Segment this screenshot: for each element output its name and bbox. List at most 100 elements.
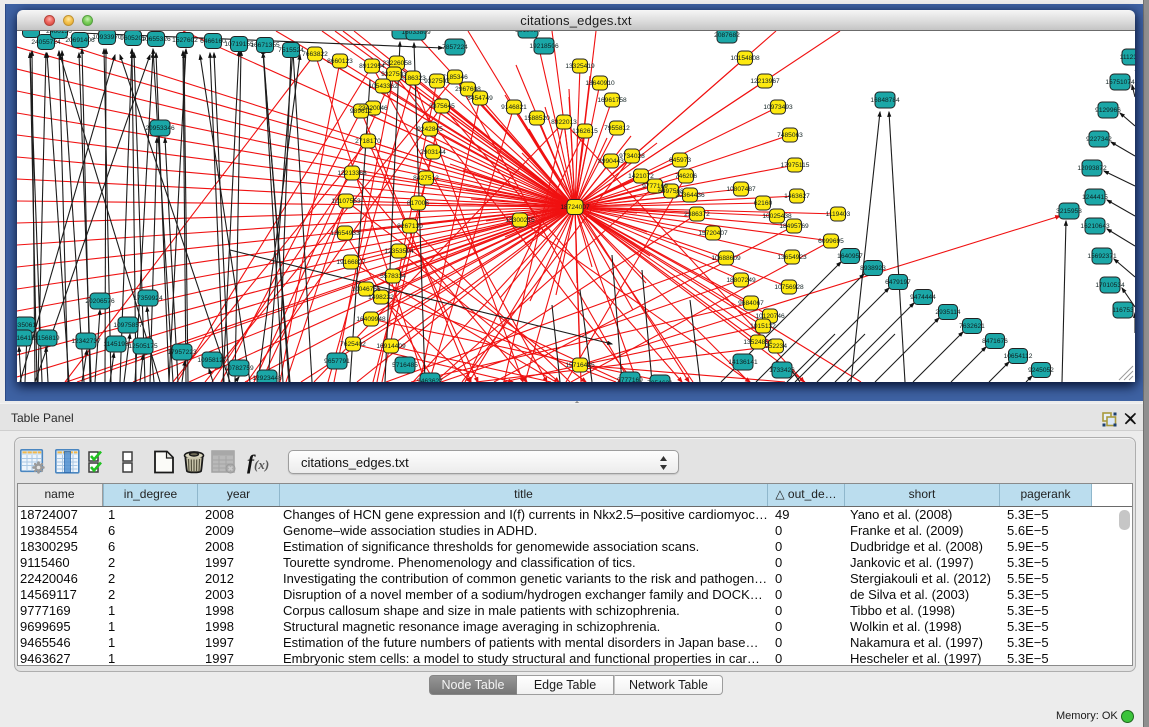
svg-text:7185346: 7185346 [442,74,468,81]
svg-text:989612: 989612 [350,108,372,115]
svg-text:1421072: 1421072 [628,173,654,180]
svg-text:7485063: 7485063 [777,132,803,139]
svg-text:10807487: 10807487 [726,186,756,193]
svg-text:6466160: 6466160 [200,38,226,45]
svg-text:10154808: 10154808 [730,55,760,62]
svg-text:1145193: 1145193 [103,341,129,348]
svg-text:746206: 746206 [675,173,697,180]
svg-text:8186323: 8186323 [400,75,426,82]
svg-text:645973: 645973 [669,157,691,164]
svg-text:10046766: 10046766 [351,286,381,293]
svg-text:10543362: 10543362 [368,83,398,90]
svg-text:5578334: 5578334 [380,273,406,280]
svg-text:1015132: 1015132 [750,323,776,330]
svg-text:18640910: 18640910 [585,80,615,87]
svg-text:18807249: 18807249 [726,277,756,284]
svg-text:2903144: 2903144 [420,149,446,156]
svg-text:20206576: 20206576 [85,298,115,305]
svg-text:16848784: 16848784 [870,97,900,104]
svg-text:13654933: 13654933 [330,230,360,237]
svg-text:17957223: 17957223 [167,349,197,356]
svg-text:1463627: 1463627 [784,193,810,200]
svg-text:24055724: 24055724 [31,39,61,46]
svg-text:8454749: 8454749 [467,95,493,102]
svg-text:16409948: 16409948 [356,316,386,323]
svg-text:16961758: 16961758 [597,97,627,104]
svg-text:116753: 116753 [1112,307,1134,314]
svg-text:2935114: 2935114 [935,309,961,316]
svg-text:2466136: 2466136 [46,31,72,35]
svg-text:10654112: 10654112 [1004,353,1033,360]
svg-text:9684067: 9684067 [738,300,764,307]
svg-text:8322013: 8322013 [551,119,577,126]
svg-text:10782759: 10782759 [224,365,254,372]
svg-text:20953346: 20953346 [145,125,175,132]
svg-text:17975115: 17975115 [781,162,810,169]
svg-text:2386372: 2386372 [684,211,710,218]
svg-text:14136141: 14136141 [728,359,758,366]
svg-text:9245052: 9245052 [1028,367,1054,374]
svg-text:3916413: 3916413 [17,335,35,342]
svg-text:18300215: 18300215 [505,217,535,224]
svg-text:10107553: 10107553 [331,198,361,205]
svg-text:15751074: 15751074 [1105,79,1135,86]
svg-text:16914409: 16914409 [376,343,406,350]
svg-text:835061: 835061 [17,322,36,329]
svg-text:10933970: 10933970 [92,34,122,41]
svg-text:15716485: 15716485 [565,362,595,369]
svg-text:1733426: 1733426 [769,367,795,374]
svg-text:16671355: 16671355 [250,42,280,49]
svg-text:10688609: 10688609 [711,255,741,262]
svg-text:8267130: 8267130 [397,223,423,230]
svg-text:3215958: 3215958 [1056,208,1082,215]
svg-text:10120746: 10120746 [755,313,785,320]
svg-text:8471676: 8471676 [982,338,1008,345]
svg-text:7857224: 7857224 [442,44,468,51]
svg-text:20691406: 20691406 [65,37,95,44]
svg-text:8813054: 8813054 [515,31,541,34]
svg-text:1244415: 1244415 [1082,194,1108,201]
svg-text:9657791: 9657791 [324,358,350,365]
svg-text:7663822: 7663822 [302,51,328,58]
svg-text:1640957: 1640957 [837,253,863,260]
svg-text:16210643: 16210643 [1080,223,1110,230]
svg-text:7954621: 7954621 [647,380,673,382]
svg-text:10025438: 10025438 [762,213,792,220]
svg-text:1156819: 1156819 [34,335,60,342]
svg-text:12505175: 12505175 [128,343,158,350]
svg-text:19218506: 19218506 [529,43,559,50]
svg-text:10973493: 10973493 [763,104,793,111]
svg-text:12213967: 12213967 [750,78,780,85]
svg-text:15720407: 15720407 [698,230,728,237]
svg-text:18724007: 18724007 [560,204,590,211]
svg-text:7632621: 7632621 [959,323,985,330]
svg-text:9227342: 9227342 [1086,136,1112,143]
svg-text:10975857: 10975857 [113,322,143,329]
svg-text:12093872: 12093872 [1077,165,1107,172]
svg-text:8912954: 8912954 [359,63,385,70]
svg-text:8660123: 8660123 [327,58,353,65]
svg-text:9777169: 9777169 [617,377,643,382]
svg-text:2718170: 2718170 [355,138,381,145]
svg-text:62160: 62160 [754,200,773,207]
svg-text:9146821: 9146821 [501,104,527,111]
svg-text:12353594: 12353594 [384,248,414,255]
svg-text:10756928: 10756928 [774,284,804,291]
svg-text:7515524: 7515524 [278,47,304,54]
svg-text:16033809: 16033809 [401,31,431,36]
svg-text:1527602: 1527602 [172,37,198,44]
svg-text:1112341: 1112341 [1120,54,1135,61]
svg-text:9129966: 9129966 [1095,107,1121,114]
svg-text:3875645: 3875645 [429,103,455,110]
svg-text:1588520: 1588520 [524,115,550,122]
svg-text:1362615: 1362615 [572,128,598,135]
svg-text:18495769: 18495769 [779,223,809,230]
svg-text:5716485: 5716485 [392,362,418,369]
svg-text:17359924: 17359924 [133,295,163,302]
svg-text:1119403: 1119403 [826,211,851,218]
svg-text:10655326: 10655326 [141,36,171,43]
svg-text:9242845: 9242845 [417,126,443,133]
svg-text:9463627: 9463627 [417,378,443,382]
svg-text:9734028: 9734028 [619,153,645,160]
svg-text:2087682: 2087682 [714,32,740,39]
